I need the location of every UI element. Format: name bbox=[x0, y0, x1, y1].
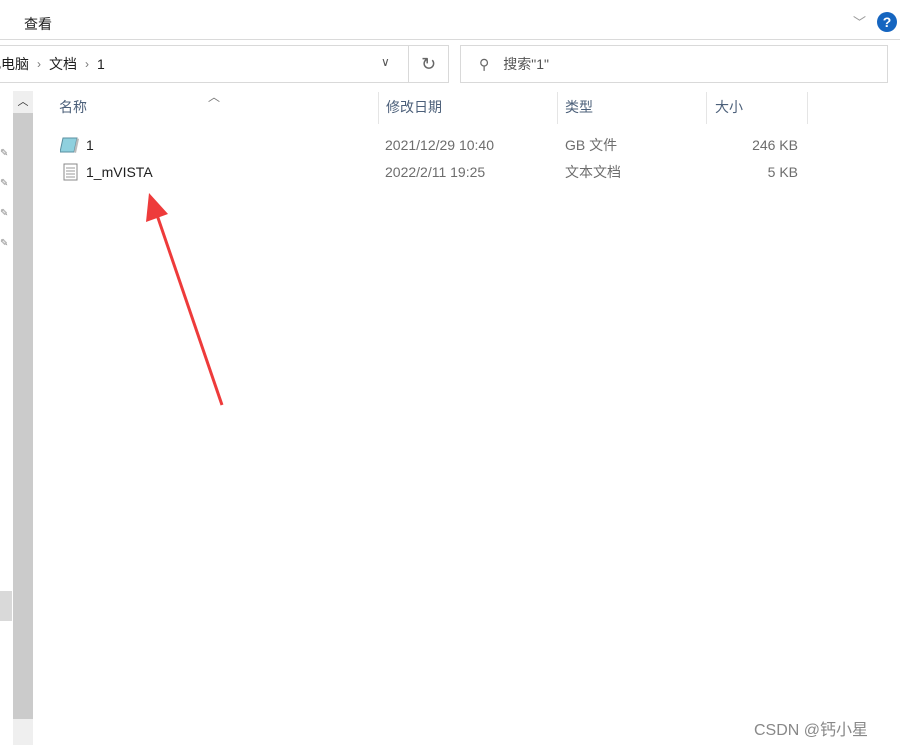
watermark: CSDN @钙小星 bbox=[754, 722, 869, 739]
annotation-arrow bbox=[146, 193, 224, 406]
